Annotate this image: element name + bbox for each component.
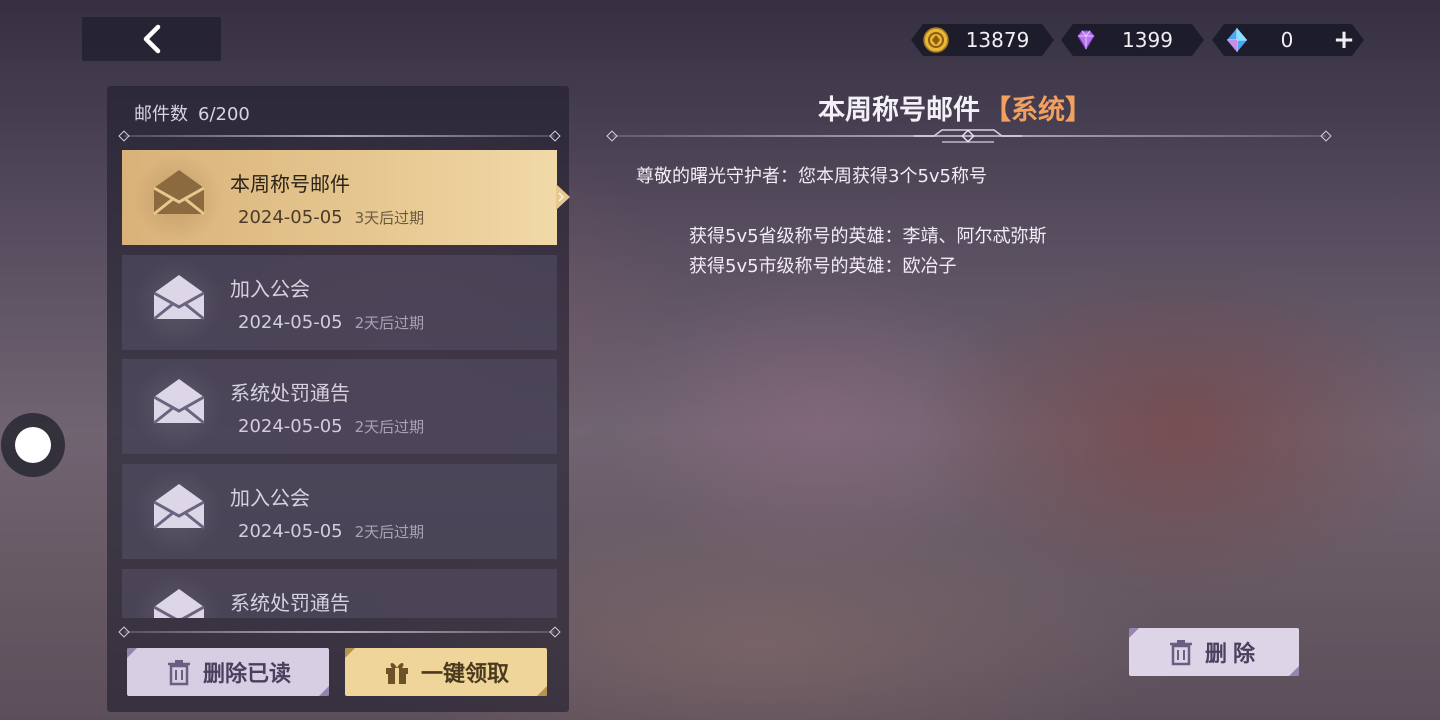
trash-icon — [167, 660, 190, 686]
delete-read-label: 删除已读 — [202, 662, 291, 687]
selected-arrow-icon — [556, 184, 570, 210]
button-corner — [1289, 666, 1299, 676]
envelope-icon — [153, 589, 205, 618]
mail-detail-title-text: 本周称号邮件 — [818, 95, 980, 126]
mail-item-date-text: 2024-05-05 — [238, 416, 343, 437]
mail-item[interactable]: 系统处罚通告 2024-05-05 2天后过期 — [122, 359, 557, 454]
blue-crystal-icon — [1224, 27, 1250, 53]
mail-count: 邮件数 6/200 — [134, 100, 250, 126]
envelope-icon — [153, 484, 205, 530]
mail-item-expiry: 2天后过期 — [354, 418, 425, 436]
mail-greeting: 尊敬的曙光守护者：您本周获得3个5v5称号 — [636, 166, 988, 187]
gift-icon — [385, 663, 408, 684]
mail-count-value: 6/200 — [198, 104, 250, 125]
delete-label: 删除 — [1204, 642, 1261, 667]
crystal-value: 0 — [1280, 28, 1294, 52]
gold-coin-icon — [923, 27, 949, 53]
mail-item-date: 2024-05-05 2天后过期 — [238, 312, 424, 333]
button-corner — [127, 648, 137, 658]
claim-all-button[interactable]: 一键领取 — [345, 648, 547, 696]
mail-content-line: 获得5v5省级称号的英雄：李靖、阿尔忒弥斯 — [689, 226, 1047, 247]
purple-diamond-icon — [1073, 27, 1099, 53]
mail-item-title: 加入公会 — [230, 277, 310, 301]
button-corner — [345, 648, 355, 658]
button-corner — [537, 686, 547, 696]
envelope-icon — [153, 275, 205, 321]
mail-item-date: 2024-05-05 2天后过期 — [238, 521, 424, 542]
list-bottom-divider — [124, 631, 555, 633]
mail-item[interactable]: 系统处罚通告 — [122, 569, 557, 618]
mail-item-date-text: 2024-05-05 — [238, 521, 343, 542]
delete-read-button[interactable]: 删除已读 — [127, 648, 329, 696]
mail-content-line: 获得5v5市级称号的英雄：欧冶子 — [689, 256, 957, 277]
diamond-currency: 1399 — [1061, 24, 1204, 56]
mail-item-date-text: 2024-05-05 — [238, 312, 343, 333]
mail-item-date-text: 2024-05-05 — [238, 207, 343, 228]
mail-item[interactable]: 加入公会 2024-05-05 2天后过期 — [122, 464, 557, 559]
mail-item[interactable]: 加入公会 2024-05-05 2天后过期 — [122, 255, 557, 350]
mail-item[interactable]: 本周称号邮件 2024-05-05 3天后过期 — [122, 150, 557, 245]
mail-item-title: 系统处罚通告 — [230, 381, 350, 405]
envelope-icon — [153, 379, 205, 425]
mail-detail-title: 本周称号邮件 【系统】 — [818, 88, 1092, 127]
add-crystal-button[interactable]: + — [1332, 25, 1356, 55]
mail-item-expiry: 2天后过期 — [354, 314, 425, 332]
chevron-left-icon — [143, 24, 160, 54]
divider-ornament-icon — [914, 129, 1022, 143]
button-corner — [319, 686, 329, 696]
trash-icon — [1169, 640, 1192, 666]
button-corner — [1129, 628, 1139, 638]
mail-item-date: 2024-05-05 2天后过期 — [238, 416, 424, 437]
mail-item-title: 加入公会 — [230, 486, 310, 510]
floating-assistant-dot — [15, 427, 51, 463]
mail-item-expiry: 2天后过期 — [354, 523, 425, 541]
back-button[interactable] — [82, 17, 221, 61]
mail-item-title: 本周称号邮件 — [230, 172, 350, 196]
mail-detail-body: 尊敬的曙光守护者：您本周获得3个5v5称号 获得5v5省级称号的英雄：李靖、阿尔… — [636, 162, 1047, 277]
envelope-icon — [153, 170, 205, 216]
mail-list[interactable]: 本周称号邮件 2024-05-05 3天后过期 加入公会 2024-05-05 2天… — [122, 150, 557, 618]
gold-value: 13879 — [965, 28, 1030, 52]
diamond-value: 1399 — [1122, 28, 1173, 52]
list-top-divider — [124, 135, 555, 137]
claim-all-label: 一键领取 — [420, 662, 509, 687]
mail-item-expiry: 3天后过期 — [354, 209, 425, 227]
mail-count-label: 邮件数 — [134, 104, 188, 125]
mail-item-date: 2024-05-05 3天后过期 — [238, 207, 424, 228]
delete-button[interactable]: 删除 — [1129, 628, 1299, 676]
mail-item-title: 系统处罚通告 — [230, 591, 350, 615]
crystal-currency: 0 + — [1212, 24, 1364, 56]
gold-currency: 13879 — [911, 24, 1054, 56]
mail-detail-tag: 【系统】 — [984, 95, 1092, 126]
floating-assistant-button[interactable] — [1, 413, 65, 477]
